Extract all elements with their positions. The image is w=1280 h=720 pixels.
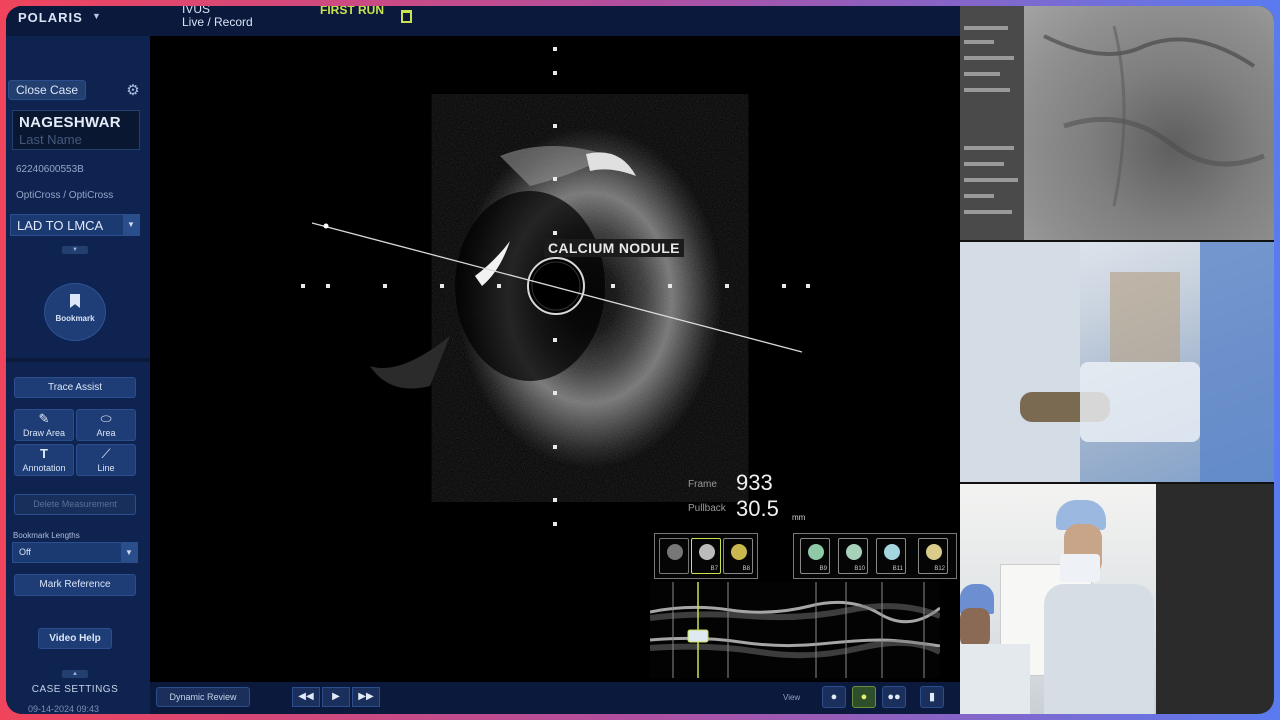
bookmark-button[interactable]: Bookmark bbox=[44, 283, 106, 341]
app-window: POLARIS ▼ Close Case ⚙ NAGESHWAR Last Na… bbox=[6, 6, 1274, 714]
sidebar-divider bbox=[6, 358, 150, 362]
bookmark-thumbnail[interactable]: B7 bbox=[691, 538, 721, 574]
app-logo[interactable]: POLARIS bbox=[18, 10, 83, 25]
pullback-unit: mm bbox=[792, 513, 806, 522]
thumbnail-preview-icon bbox=[884, 544, 900, 560]
text-icon: T bbox=[40, 446, 48, 461]
thumbnail-label: B7 bbox=[710, 566, 718, 572]
delete-measurement-button[interactable]: Delete Measurement bbox=[14, 494, 136, 515]
left-sidebar: POLARIS ▼ Close Case ⚙ NAGESHWAR Last Na… bbox=[6, 6, 150, 714]
run-label[interactable]: FIRST RUN bbox=[320, 6, 384, 17]
bookmark-thumbnail[interactable]: B9 bbox=[800, 538, 830, 574]
thumbnail-label: B8 bbox=[742, 566, 750, 572]
thumbnail-label: B10 bbox=[854, 566, 865, 572]
gear-icon[interactable]: ⚙ bbox=[124, 82, 142, 100]
mode-subtitle: Live / Record bbox=[182, 15, 253, 29]
expand-handle[interactable]: ▼ bbox=[62, 246, 88, 254]
chevron-down-icon[interactable]: ▼ bbox=[92, 11, 101, 21]
play-button[interactable]: ▶ bbox=[322, 687, 350, 707]
frame-label: Frame bbox=[688, 479, 717, 490]
thumbnail-preview-icon bbox=[926, 544, 942, 560]
view-lumen-button[interactable]: ● bbox=[852, 686, 876, 708]
line-label: Line bbox=[97, 463, 115, 473]
thumbnail-label: B9 bbox=[819, 566, 827, 572]
trash-icon[interactable] bbox=[401, 10, 412, 23]
pullback-label: Pullback bbox=[688, 503, 726, 514]
bookmark-thumbnail[interactable]: B11 bbox=[876, 538, 906, 574]
rewind-button[interactable]: ◀◀ bbox=[292, 687, 320, 707]
patient-id: 62240600553B bbox=[16, 164, 84, 175]
thumbnail-label: B12 bbox=[934, 566, 945, 572]
line-icon: ⟋ bbox=[101, 446, 111, 461]
view-label: View bbox=[783, 693, 801, 702]
video-help-button[interactable]: Video Help bbox=[38, 628, 112, 649]
patient-name-field[interactable]: NAGESHWAR Last Name bbox=[12, 110, 140, 150]
chevron-down-icon[interactable]: ▼ bbox=[123, 215, 139, 235]
bookmark-thumbnail[interactable]: B8 bbox=[723, 538, 753, 574]
case-date: 09-14-2024 09:43 bbox=[28, 704, 100, 714]
area-icon: ⬭ bbox=[100, 411, 112, 426]
bookmark-lengths-value: Off bbox=[19, 547, 31, 557]
pullback-value: 30.5 bbox=[736, 496, 779, 521]
case-settings-label[interactable]: CASE SETTINGS bbox=[6, 684, 144, 695]
angio-data-strip bbox=[960, 6, 1024, 240]
bookmark-thumbnail[interactable]: B12 bbox=[918, 538, 948, 574]
chevron-down-icon[interactable]: ▼ bbox=[121, 543, 137, 563]
angiography-image bbox=[1024, 6, 1274, 240]
vessel-value: LAD TO LMCA bbox=[17, 218, 104, 233]
thumbnail-preview-icon bbox=[667, 544, 683, 560]
thumbnail-preview-icon bbox=[808, 544, 824, 560]
close-case-button[interactable]: Close Case bbox=[8, 80, 86, 100]
bookmark-label: Bookmark bbox=[55, 314, 95, 323]
patient-last-name-placeholder: Last Name bbox=[19, 132, 82, 147]
frame-value: 933 bbox=[736, 470, 773, 495]
fast-forward-button[interactable]: ▶▶ bbox=[352, 687, 380, 707]
view-split-button[interactable]: ●● bbox=[882, 686, 906, 708]
bookmark-thumbnail-group-1: B7 B8 bbox=[654, 533, 758, 579]
annotation-button[interactable]: T Annotation bbox=[14, 444, 74, 476]
bookmark-lengths-select[interactable]: Off ▼ bbox=[12, 542, 138, 563]
viewer-header bbox=[150, 6, 960, 36]
line-button[interactable]: ⟋ Line bbox=[76, 444, 136, 476]
bookmark-thumbnail-group-2: B9 B10 B11 B12 bbox=[793, 533, 957, 579]
thumbnail-preview-icon bbox=[731, 544, 747, 560]
bookmark-lengths-label: Bookmark Lengths bbox=[13, 531, 80, 540]
dynamic-review-button[interactable]: Dynamic Review bbox=[156, 687, 250, 707]
draw-area-label: Draw Area bbox=[22, 428, 66, 438]
thumbnail-label: B11 bbox=[892, 566, 903, 572]
bookmark-icon bbox=[70, 294, 80, 308]
angiography-feed bbox=[960, 6, 1274, 240]
bookmark-thumbnail[interactable] bbox=[659, 538, 689, 574]
annotation-label: Annotation bbox=[22, 463, 66, 473]
room-camera-feed bbox=[960, 484, 1274, 714]
export-icon[interactable]: ▮ bbox=[920, 686, 944, 708]
draw-area-button[interactable]: ✎ Draw Area bbox=[14, 409, 74, 441]
calcium-nodule-annotation[interactable]: CALCIUM NODULE bbox=[544, 239, 684, 257]
view-single-button[interactable]: ● bbox=[822, 686, 846, 708]
area-label: Area bbox=[96, 428, 116, 438]
right-video-panels bbox=[960, 6, 1274, 714]
thumbnail-preview-icon bbox=[846, 544, 862, 560]
vessel-select[interactable]: LAD TO LMCA ▼ bbox=[10, 214, 140, 236]
area-button[interactable]: ⬭ Area bbox=[76, 409, 136, 441]
catheter-label: OptiCross / OptiCross bbox=[16, 190, 114, 201]
mark-reference-button[interactable]: Mark Reference bbox=[14, 574, 136, 596]
patient-first-name: NAGESHWAR bbox=[19, 114, 121, 131]
trace-assist-button[interactable]: Trace Assist bbox=[14, 377, 136, 398]
sidebar-header: POLARIS ▼ bbox=[6, 6, 150, 36]
pencil-icon: ✎ bbox=[38, 411, 50, 426]
thumbnail-preview-icon bbox=[699, 544, 715, 560]
longitudinal-image bbox=[650, 582, 940, 678]
chevron-up-icon[interactable]: ▲ bbox=[62, 670, 88, 678]
bookmark-thumbnail[interactable]: B10 bbox=[838, 538, 868, 574]
cath-lab-camera-feed bbox=[960, 242, 1274, 482]
ivus-cross-section-view[interactable]: CALCIUM NODULE Frame 933 Pullback 30.5 m… bbox=[150, 36, 960, 682]
longitudinal-view[interactable] bbox=[650, 582, 940, 678]
